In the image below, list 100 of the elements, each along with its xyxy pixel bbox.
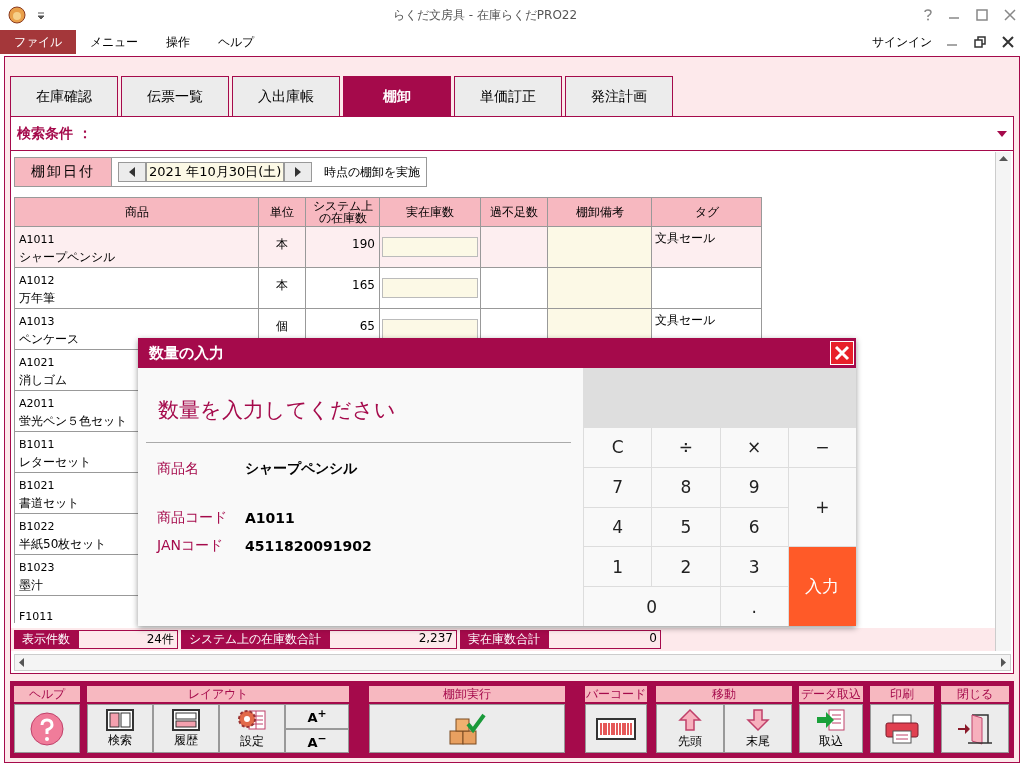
date-suffix-text: 時点の棚卸を実施 <box>324 163 421 181</box>
tab[interactable]: 単価訂正 <box>454 76 562 117</box>
toolbar-button[interactable]: 設定 <box>219 704 285 753</box>
close-icon <box>834 345 850 361</box>
unit-cell: 本 <box>258 267 306 309</box>
column-header: 実在庫数 <box>379 197 481 227</box>
tab[interactable]: 棚卸 <box>343 76 451 117</box>
close-icon[interactable] <box>1002 36 1014 48</box>
rows-icon <box>172 708 200 731</box>
up-arrow-icon <box>678 707 702 732</box>
tab[interactable]: 伝票一覧 <box>121 76 229 117</box>
column-header: 単位 <box>258 197 306 227</box>
column-header: システム上の在庫数 <box>305 197 380 227</box>
maximize-icon[interactable] <box>976 9 988 21</box>
font-size-button[interactable]: A$^{−}$ <box>285 728 349 753</box>
group-label: ヘルプ <box>14 686 80 703</box>
dropdown-caret-icon[interactable] <box>997 130 1007 137</box>
field-label: JANコード <box>157 537 224 555</box>
search-conditions-label: 検索条件 ： <box>17 124 92 143</box>
keypad-key[interactable]: × <box>720 428 788 467</box>
menu-item[interactable]: ファイル <box>0 30 76 54</box>
tag-cell: 文具セール <box>651 226 762 268</box>
keypad-key[interactable]: 1 <box>584 547 652 587</box>
help-icon[interactable] <box>924 9 932 21</box>
keypad-key[interactable]: + <box>788 467 856 547</box>
font-size-button[interactable]: A$^{+}$ <box>285 704 349 729</box>
keypad-key[interactable]: 7 <box>584 467 652 507</box>
column-header: タグ <box>651 197 762 227</box>
column-header: 過不足数 <box>480 197 548 227</box>
menu-item[interactable]: メニュー <box>76 30 152 54</box>
product-cell[interactable]: A1012 万年筆 <box>14 267 259 309</box>
sign-in-link[interactable]: サインイン <box>872 33 932 51</box>
group-label: 棚卸実行 <box>369 686 565 703</box>
toolbar-button[interactable]: 取込 <box>799 704 863 753</box>
keypad-key[interactable]: 2 <box>652 547 720 587</box>
summary-value: 0 <box>548 630 661 649</box>
boxes-check-icon <box>448 711 486 746</box>
stock-input-field[interactable] <box>382 237 478 258</box>
column-header: 商品 <box>14 197 259 227</box>
menu-item[interactable]: ヘルプ <box>204 30 268 54</box>
date-label: 棚卸日付 <box>14 157 112 188</box>
summary-label: 実在庫数合計 <box>460 630 548 649</box>
import-icon <box>815 707 847 732</box>
keypad-key[interactable]: 9 <box>720 467 788 507</box>
keypad-key[interactable]: 3 <box>720 547 788 587</box>
stock-cell: 165 <box>305 267 380 309</box>
keypad-key[interactable]: 4 <box>584 507 652 547</box>
tab[interactable]: 発注計画 <box>565 76 673 117</box>
toolbar-button[interactable]: 末尾 <box>724 704 792 753</box>
stock-cell: 190 <box>305 226 380 268</box>
stock-input-field[interactable] <box>382 319 478 340</box>
menu-item[interactable]: 操作 <box>152 30 204 54</box>
summary-label: システム上の在庫数合計 <box>181 630 329 649</box>
keypad-key[interactable]: 6 <box>720 507 788 547</box>
panels-icon <box>106 708 134 731</box>
product-cell[interactable]: A1011 シャープペンシル <box>14 226 259 268</box>
tab[interactable]: 在庫確認 <box>10 76 118 117</box>
printer-icon <box>884 712 920 745</box>
date-field[interactable]: 2021 年10月30日(土) <box>146 162 285 183</box>
summary-value: 2,237 <box>329 630 457 649</box>
down-arrow-icon <box>746 707 770 732</box>
toolbar-button[interactable] <box>870 704 934 753</box>
door-exit-icon <box>956 712 994 745</box>
keypad-key[interactable]: C <box>584 428 652 467</box>
group-label: 移動 <box>656 686 792 703</box>
stock-input-field[interactable] <box>382 278 478 299</box>
tab[interactable]: 入出庫帳 <box>232 76 340 117</box>
toolbar-button[interactable]: 先頭 <box>656 704 724 753</box>
group-label: 印刷 <box>870 686 934 703</box>
group-label: レイアウト <box>87 686 349 703</box>
barcode-icon <box>596 717 636 740</box>
keypad-key[interactable]: 8 <box>652 467 720 507</box>
keypad-key[interactable]: 5 <box>652 507 720 547</box>
keypad-key[interactable]: − <box>788 428 856 467</box>
next-button[interactable] <box>284 162 313 183</box>
right-triangle-icon <box>295 167 302 178</box>
group-label: データ取込 <box>799 686 863 703</box>
unit-cell: 本 <box>258 226 306 268</box>
keypad-key[interactable]: 0 <box>584 587 720 626</box>
keypad-key[interactable]: . <box>720 587 788 626</box>
summary-label: 表示件数 <box>14 630 78 649</box>
horizontal-scrollbar[interactable] <box>14 654 1011 672</box>
group-label: 閉じる <box>941 686 1009 703</box>
toolbar-button[interactable] <box>585 704 647 753</box>
keypad-key[interactable]: ÷ <box>652 428 720 467</box>
restore-icon[interactable] <box>974 36 986 48</box>
column-header: 棚卸備考 <box>547 197 652 227</box>
window-title: らくだ文房具 - 在庫らくだPRO22 <box>391 6 579 24</box>
toolbar-button[interactable]: 検索 <box>87 704 153 753</box>
close-button[interactable] <box>830 341 854 365</box>
previous-button[interactable] <box>118 162 146 183</box>
caret-icon[interactable] <box>36 10 46 20</box>
vertical-scrollbar[interactable] <box>995 152 1011 652</box>
help-icon <box>30 711 64 746</box>
left-triangle-icon <box>129 167 135 178</box>
group-label: バーコード <box>585 686 647 703</box>
gear-icon <box>237 707 267 732</box>
app-logo-icon[interactable] <box>8 6 26 24</box>
summary-value: 24件 <box>78 630 178 649</box>
toolbar-button[interactable]: 履歴 <box>153 704 219 753</box>
